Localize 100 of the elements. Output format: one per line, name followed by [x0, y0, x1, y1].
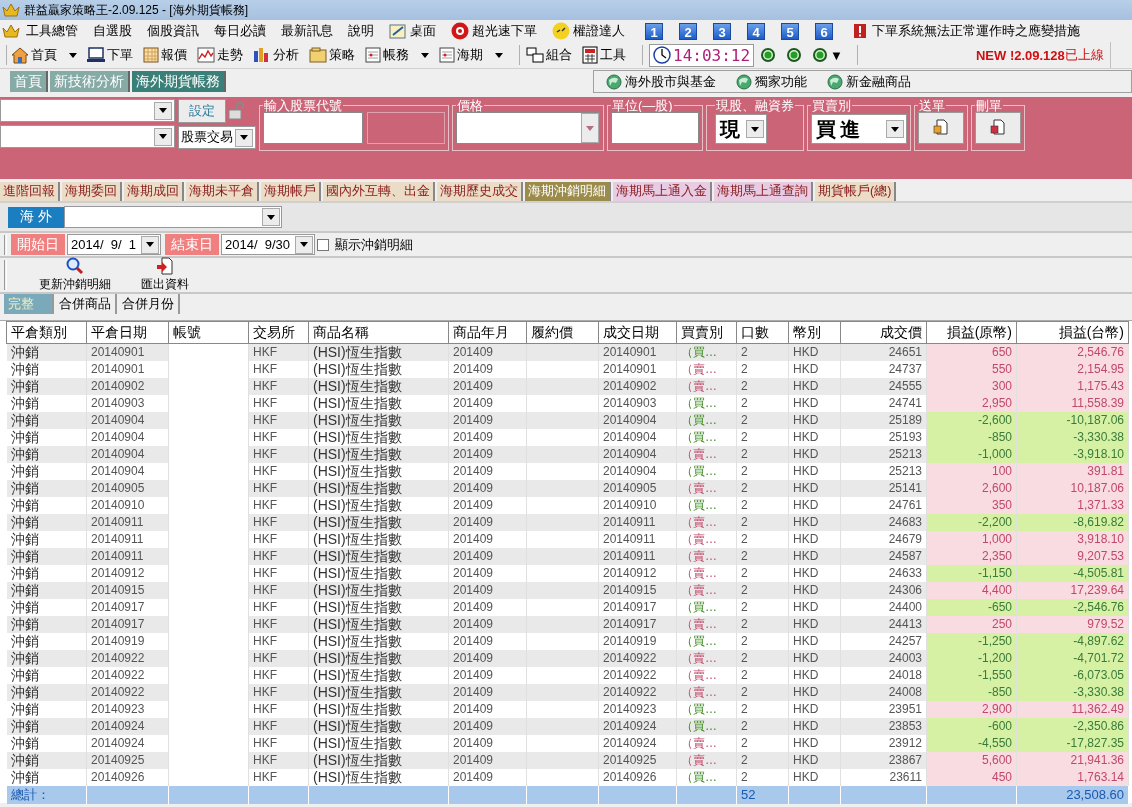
account-dropdown[interactable] — [64, 206, 282, 228]
toolbar-button[interactable]: 下單 — [87, 46, 133, 64]
column-header[interactable]: 平倉日期 — [86, 321, 169, 344]
alert-icon — [854, 24, 866, 38]
stock-code-field[interactable] — [263, 112, 363, 144]
search-icon — [66, 257, 84, 275]
notice-link[interactable]: 下單系統無法正常運作時之應變措施 — [854, 22, 1080, 40]
column-header[interactable]: 幣別 — [788, 321, 841, 344]
table-cell: HKF — [248, 615, 309, 633]
table-cell: HKD — [788, 445, 841, 463]
toolbar-button[interactable]: 帳務 — [365, 46, 429, 64]
column-header[interactable]: 商品年月 — [448, 321, 527, 344]
column-header[interactable]: 交易所 — [248, 321, 309, 344]
table-cell: 2 — [736, 700, 789, 718]
table-cell: 沖銷 — [6, 445, 87, 463]
menu-item[interactable]: 最新訊息 — [281, 22, 333, 40]
table-cell: 沖銷 — [6, 649, 87, 667]
account-tab[interactable]: 期貨帳戶(總) — [815, 182, 897, 201]
view-tab[interactable]: 合併商品 — [55, 294, 117, 314]
toolbar-button[interactable]: 工具 — [582, 46, 626, 64]
layout-button[interactable]: 2 — [679, 22, 697, 40]
toolbar-button[interactable]: 海期 — [439, 46, 503, 64]
account-tab[interactable]: 海期成回 — [124, 182, 184, 201]
account-dropdown[interactable] — [0, 99, 175, 122]
table-cell: 2 — [736, 615, 789, 633]
layout-button[interactable]: 1 — [645, 22, 663, 40]
account-tab[interactable]: 海期馬上通查詢 — [714, 182, 813, 201]
menu-item[interactable]: 桌面 — [389, 22, 436, 40]
table-cell: HKD — [788, 360, 841, 378]
menu-item[interactable]: 工具總管 — [26, 22, 78, 40]
price-dropdown[interactable] — [456, 112, 600, 144]
table-cell: （賣… — [676, 683, 737, 701]
cash-type-dropdown[interactable]: 現 — [715, 114, 767, 144]
quick-link[interactable]: 獨家功能 — [735, 72, 807, 91]
table-cell: (HSI)恆生指數 — [308, 768, 449, 786]
table-cell: 24413 — [840, 615, 927, 633]
account-tab[interactable]: 國內外互轉、出金 — [323, 182, 435, 201]
column-header[interactable]: 買賣別 — [676, 321, 737, 344]
account-tab[interactable]: 海期歷史成交 — [437, 182, 523, 201]
column-header[interactable]: 損益(台幣) — [1016, 321, 1129, 344]
clock-time: 14:03:12 — [673, 45, 751, 65]
unit-field[interactable] — [611, 112, 699, 144]
export-button[interactable]: 匯出資料 — [141, 257, 189, 293]
column-header[interactable]: 成交日期 — [598, 321, 677, 344]
account-tab[interactable]: 進階回報 — [0, 182, 60, 201]
column-header[interactable]: 口數 — [736, 321, 789, 344]
table-cell: 20140911 — [86, 513, 169, 531]
column-header[interactable]: 損益(原幣) — [926, 321, 1017, 344]
table-cell: 2 — [736, 564, 789, 582]
column-header[interactable]: 平倉類別 — [6, 321, 87, 344]
table-cell: 24737 — [840, 360, 927, 378]
view-tab[interactable]: 合併月份 — [118, 294, 180, 314]
quick-link[interactable]: 新金融商品 — [826, 72, 911, 91]
account-tab[interactable]: 海期帳戶 — [261, 182, 321, 201]
send-button[interactable] — [918, 112, 964, 144]
layout-button[interactable]: 4 — [747, 22, 765, 40]
start-date-dropdown[interactable]: 2014/ 9/ 1 — [67, 234, 161, 255]
menu-item[interactable]: 自選股 — [93, 22, 132, 40]
set-button[interactable]: 設定 — [178, 99, 226, 123]
table-cell: 20140917 — [598, 598, 677, 616]
table-cell: HKD — [788, 377, 841, 395]
toolbar-button[interactable]: 分析 — [253, 46, 299, 64]
account-tab[interactable]: 海期委回 — [62, 182, 122, 201]
layout-button[interactable]: 5 — [781, 22, 799, 40]
account-dropdown[interactable] — [0, 125, 175, 148]
toolbar-button[interactable]: 首頁 — [11, 46, 77, 64]
table-cell: HKD — [788, 666, 841, 684]
table-cell: 沖銷 — [6, 394, 87, 412]
delete-button[interactable] — [975, 112, 1021, 144]
account-tab[interactable]: 海期未平倉 — [186, 182, 259, 201]
menu-item[interactable]: 權證達人 — [552, 22, 625, 40]
layout-button[interactable]: 6 — [815, 22, 833, 40]
column-header[interactable]: 帳號 — [168, 321, 249, 344]
window-tab[interactable]: 海外期貨帳務 — [132, 71, 226, 92]
checkbox[interactable] — [317, 238, 329, 251]
column-header[interactable]: 商品名稱 — [308, 321, 449, 344]
column-header[interactable]: 成交價 — [840, 321, 927, 344]
trade-type-dropdown[interactable]: 股票交易 — [178, 126, 256, 149]
column-header[interactable]: 履約價 — [526, 321, 599, 344]
menu-item[interactable]: 說明 — [348, 22, 374, 40]
account-tab[interactable]: 海期馬上通入金 — [613, 182, 712, 201]
layout-button[interactable]: 3 — [713, 22, 731, 40]
toolbar-button[interactable]: 組合 — [526, 46, 572, 64]
end-date-dropdown[interactable]: 2014/ 9/30 — [221, 234, 315, 255]
table-cell: 20140902 — [598, 377, 677, 395]
table-cell: 20140903 — [86, 394, 169, 412]
toolbar-button[interactable]: 策略 — [309, 46, 355, 64]
table-cell: HKF — [248, 632, 309, 650]
menu-item[interactable]: 個股資訊 — [147, 22, 199, 40]
toolbar-button[interactable]: 走勢 — [197, 46, 243, 64]
dropdown-arrow[interactable]: ▼ — [830, 47, 843, 63]
table-cell: （買… — [676, 462, 737, 480]
menu-item[interactable]: 每日必讀 — [214, 22, 266, 40]
table-cell: 23912 — [840, 734, 927, 752]
toolbar-button[interactable]: 報價 — [143, 46, 187, 64]
menu-item[interactable]: 超光速下單 — [451, 22, 537, 40]
table-cell: 2 — [736, 751, 789, 769]
quick-link[interactable]: 海外股市與基金 — [605, 72, 716, 91]
side-dropdown[interactable]: 買進 — [811, 114, 907, 144]
refresh-button[interactable]: 更新沖銷明細 — [39, 257, 111, 293]
